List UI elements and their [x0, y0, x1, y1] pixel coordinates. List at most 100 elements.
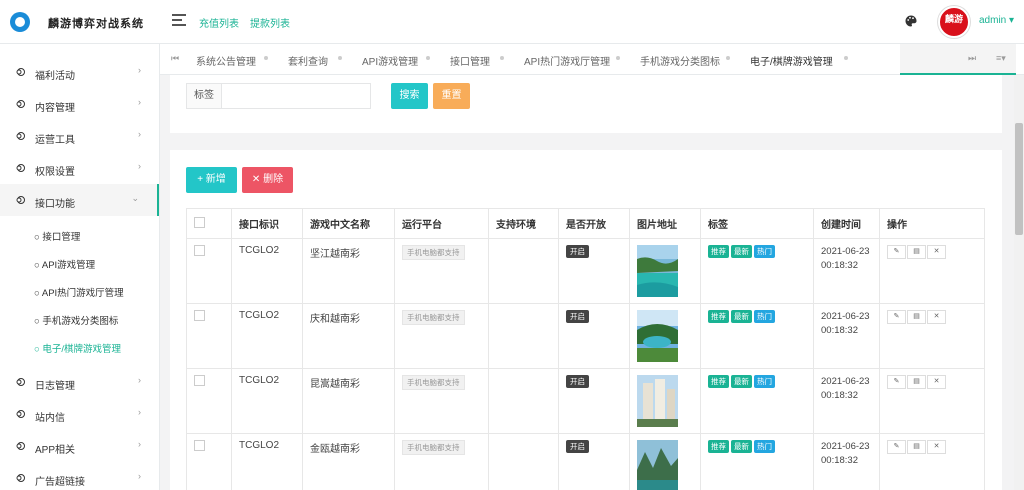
menu-toggle-icon[interactable] [172, 14, 186, 26]
sidebar-item-app[interactable]: APP相关 › [0, 430, 159, 462]
sidebar-item-ad-links[interactable]: 广告超链接 › [0, 462, 159, 490]
row-checkbox[interactable] [194, 440, 205, 451]
sidebar-item-permissions[interactable]: 权限设置 › [0, 152, 159, 184]
tab-close-icon[interactable] [426, 56, 430, 60]
detail-icon[interactable]: ▤ [907, 245, 926, 259]
edit-icon[interactable]: ✎ [887, 375, 906, 389]
page-scrollbar[interactable] [1014, 75, 1024, 490]
sidebar-item-operations[interactable]: 运营工具 › [0, 120, 159, 152]
reset-button[interactable]: 重置 [433, 83, 470, 109]
row-checkbox[interactable] [194, 375, 205, 386]
game-thumbnail-image[interactable] [637, 440, 678, 490]
sidebar-item-icon [16, 474, 25, 482]
sidebar-item-messages[interactable]: 站内信 › [0, 398, 159, 430]
table-row[interactable]: TCGLO2 金瓯越南彩 手机电脑都支持 开启 推荐 最新 热门 2021-06-2… [186, 433, 985, 490]
tab-arbitrage[interactable]: 套利查询 [288, 53, 328, 68]
sidebar-subitem-electronic-games[interactable]: ○ 电子/棋牌游戏管理 [34, 341, 121, 355]
table-row[interactable]: TCGLO2 庆和越南彩 手机电脑都支持 开启 推荐 最新 热门 2021-06-2… [186, 303, 985, 369]
sidebar-subitem-mobile-icons[interactable]: ○ 手机游戏分类图标 [34, 313, 118, 327]
platform-badge: 手机电脑都支持 [402, 440, 465, 455]
col-platform[interactable]: 运行平台 [394, 208, 489, 239]
table-header-row: 接口标识 游戏中文名称 运行平台 支持环境 是否开放 图片地址 标签 创建时间 … [186, 208, 985, 239]
tag-search-input[interactable] [221, 83, 371, 109]
tab-next-icon[interactable]: ⏭ [968, 53, 976, 64]
tab-close-icon[interactable] [726, 56, 730, 60]
sidebar-item-label: APP相关 [35, 445, 76, 456]
row-checkbox[interactable] [194, 310, 205, 321]
game-thumbnail-image[interactable] [637, 245, 678, 297]
chevron-right-icon: › [138, 97, 141, 107]
search-button[interactable]: 搜索 [391, 83, 428, 109]
sidebar-item-welfare[interactable]: 福利活动 › [0, 56, 159, 88]
col-interface-id[interactable]: 接口标识 [231, 208, 303, 239]
created-date: 2021-06-23 [821, 441, 870, 452]
tab-close-icon[interactable] [616, 56, 620, 60]
chevron-right-icon: › [138, 375, 141, 385]
sidebar-subitem-interface-manage[interactable]: ○ 接口管理 [34, 229, 80, 243]
detail-icon[interactable]: ▤ [907, 310, 926, 324]
tab-menu-icon[interactable]: ≡▾ [996, 53, 1006, 64]
sidebar-item-interface[interactable]: 接口功能 ⌄ [0, 184, 159, 216]
cell-environment [488, 368, 559, 434]
tab-close-icon[interactable] [500, 56, 504, 60]
scrollbar-thumb[interactable] [1015, 123, 1023, 235]
sidebar-item-label: 内容管理 [35, 103, 75, 114]
user-menu[interactable]: admin ▾ [979, 15, 1014, 26]
avatar[interactable]: 麟游 [938, 6, 970, 38]
tab-system-notices[interactable]: 系统公告管理 [196, 53, 256, 68]
detail-icon[interactable]: ▤ [907, 375, 926, 389]
delete-button[interactable]: ✕ 删除 [242, 167, 293, 193]
tab-api-hot-halls[interactable]: API热门游戏厅管理 [524, 53, 610, 68]
tab-close-icon[interactable] [844, 56, 848, 60]
sidebar-item-label: 广告超链接 [35, 477, 85, 488]
sidebar-item-label: 接口功能 [35, 199, 75, 210]
tag-hot: 热门 [754, 245, 775, 258]
sidebar-subitem-api-hot-halls[interactable]: ○ API热门游戏厅管理 [34, 285, 124, 299]
select-all-checkbox[interactable] [194, 216, 205, 228]
edit-icon[interactable]: ✎ [887, 245, 906, 259]
tab-electronic-games[interactable]: 电子/棋牌游戏管理 [750, 53, 833, 68]
tag-newest: 最新 [731, 375, 752, 388]
subitem-label: 手机游戏分类图标 [42, 316, 119, 327]
remove-icon[interactable]: ✕ [927, 245, 946, 259]
cell-interface-id: TCGLO2 [231, 368, 303, 434]
sidebar-item-logs[interactable]: 日志管理 › [0, 366, 159, 398]
tag-newest: 最新 [731, 245, 752, 258]
edit-icon[interactable]: ✎ [887, 440, 906, 454]
sidebar-item-content[interactable]: 内容管理 › [0, 88, 159, 120]
col-created-time[interactable]: 创建时间 [813, 208, 880, 239]
logo-icon [10, 12, 30, 32]
table-row[interactable]: TCGLO2 坚江越南彩 手机电脑都支持 开启 推荐 最新 热门 2021-06-2… [186, 238, 985, 304]
col-environment[interactable]: 支持环境 [488, 208, 559, 239]
palette-icon[interactable] [905, 15, 917, 27]
remove-icon[interactable]: ✕ [927, 440, 946, 454]
sidebar-subitem-api-games[interactable]: ○ API游戏管理 [34, 257, 95, 271]
detail-icon[interactable]: ▤ [907, 440, 926, 454]
col-game-name[interactable]: 游戏中文名称 [302, 208, 395, 239]
created-time: 00:18:32 [821, 390, 858, 401]
remove-icon[interactable]: ✕ [927, 310, 946, 324]
col-is-open[interactable]: 是否开放 [558, 208, 630, 239]
sidebar-item-icon [16, 196, 25, 204]
withdraw-list-link[interactable]: 提款列表 [250, 15, 290, 30]
tab-bar: ⏮ 系统公告管理 套利查询 API游戏管理 接口管理 API热门游戏厅管理 手机… [160, 44, 1024, 75]
tab-close-icon[interactable] [264, 56, 268, 60]
tab-close-icon[interactable] [338, 56, 342, 60]
sidebar-item-icon [16, 132, 25, 140]
add-button[interactable]: + 新增 [186, 167, 237, 193]
tab-prev-icon[interactable]: ⏮ [171, 53, 179, 64]
tab-mobile-icons[interactable]: 手机游戏分类图标 [640, 53, 720, 68]
tab-interface-manage[interactable]: 接口管理 [450, 53, 490, 68]
col-tags[interactable]: 标签 [700, 208, 814, 239]
tag-newest: 最新 [731, 440, 752, 453]
remove-icon[interactable]: ✕ [927, 375, 946, 389]
row-checkbox[interactable] [194, 245, 205, 256]
tag-recommend: 推荐 [708, 245, 729, 258]
col-image-url[interactable]: 图片地址 [629, 208, 701, 239]
table-row[interactable]: TCGLO2 昆嵩越南彩 手机电脑都支持 开启 推荐 最新 热门 2021-06-2… [186, 368, 985, 434]
game-thumbnail-image[interactable] [637, 375, 678, 427]
recharge-list-link[interactable]: 充值列表 [199, 15, 239, 30]
game-thumbnail-image[interactable] [637, 310, 678, 362]
edit-icon[interactable]: ✎ [887, 310, 906, 324]
tab-api-games[interactable]: API游戏管理 [362, 53, 418, 68]
